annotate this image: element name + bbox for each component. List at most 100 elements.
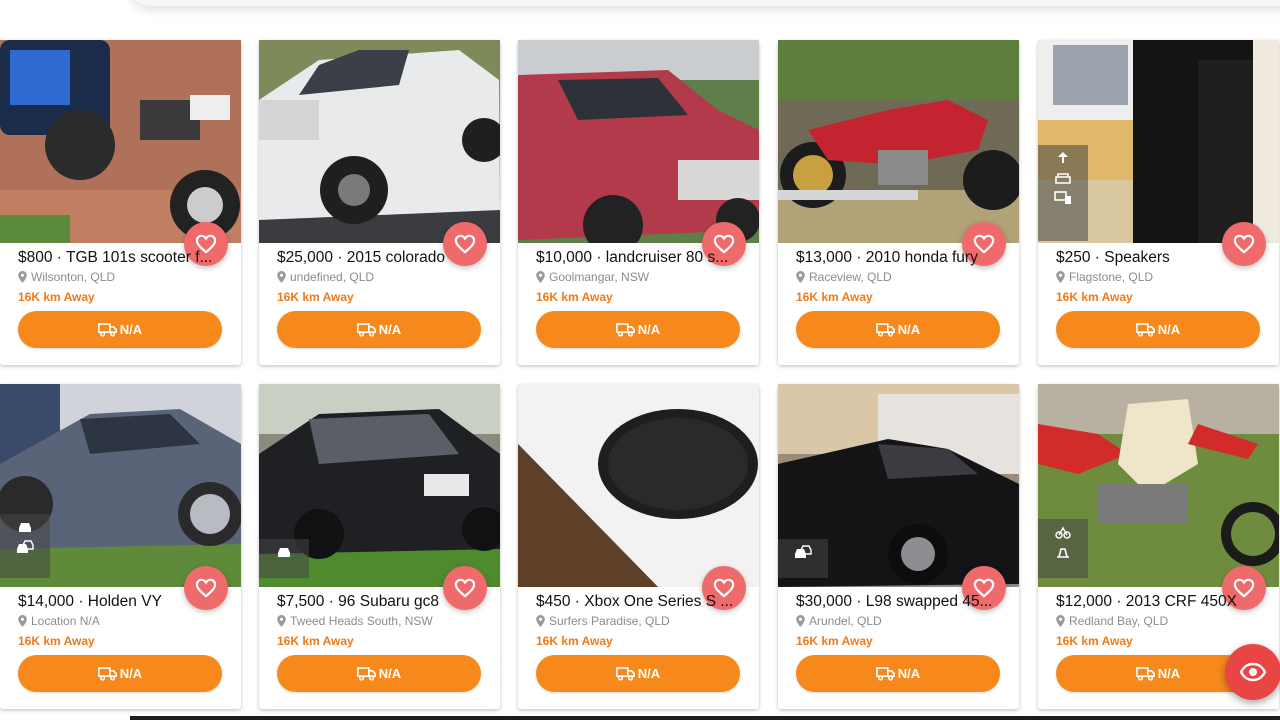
map-pin-icon xyxy=(277,615,286,627)
listing-card[interactable]: $25,000 · 2015 colorado undefined, QLD 1… xyxy=(259,40,500,365)
listing-title[interactable]: $12,000 · 2013 CRF 450X xyxy=(1056,593,1271,611)
delivery-label: N/A xyxy=(119,322,143,337)
listing-card[interactable]: $800 · TGB 101s scooter f... Wilsonton, … xyxy=(0,40,241,365)
delivery-label: N/A xyxy=(897,322,921,337)
listing-location: Arundel, QLD xyxy=(796,614,1011,628)
listing-location: Flagstone, QLD xyxy=(1056,270,1271,284)
listing-location: Redland Bay, QLD xyxy=(1056,614,1271,628)
map-pin-icon xyxy=(536,271,545,283)
map-pin-icon xyxy=(277,271,286,283)
truck-icon xyxy=(1135,323,1155,337)
listing-photo[interactable] xyxy=(518,384,759,587)
listing-photo[interactable] xyxy=(0,40,241,243)
location-text: Tweed Heads South, NSW xyxy=(290,614,433,628)
listing-card[interactable]: $250 · Speakers Flagstone, QLD 16K km Aw… xyxy=(1038,40,1279,365)
delivery-label: N/A xyxy=(637,666,661,681)
truck-icon xyxy=(615,667,635,681)
listing-photo[interactable] xyxy=(778,40,1019,243)
bottom-divider xyxy=(130,716,1280,720)
delivery-button[interactable]: N/A xyxy=(277,311,481,348)
bike-icon xyxy=(1055,526,1071,539)
dirt-bike-icon xyxy=(1057,548,1069,558)
listing-title[interactable]: $14,000 · Holden VY xyxy=(18,593,233,611)
listing-photo[interactable] xyxy=(259,40,500,243)
eye-icon xyxy=(1239,662,1267,682)
delivery-label: N/A xyxy=(1157,322,1181,337)
listing-location: Wilsonton, QLD xyxy=(18,270,233,284)
distance-label: 16K km Away xyxy=(18,290,95,304)
category-tags xyxy=(778,539,828,578)
distance-label: 16K km Away xyxy=(1056,290,1133,304)
map-pin-icon xyxy=(1056,271,1065,283)
listing-title[interactable]: $250 · Speakers xyxy=(1056,249,1271,267)
view-toggle-fab[interactable] xyxy=(1225,644,1280,700)
category-tags xyxy=(0,514,50,578)
location-text: Arundel, QLD xyxy=(809,614,882,628)
listing-title[interactable]: $30,000 · L98 swapped 45... xyxy=(796,593,1011,611)
location-text: Location N/A xyxy=(31,614,100,628)
listing-title[interactable]: $800 · TGB 101s scooter f... xyxy=(18,249,233,267)
listing-title[interactable]: $13,000 · 2010 honda fury xyxy=(796,249,1011,267)
listing-title[interactable]: $25,000 · 2015 colorado xyxy=(277,249,492,267)
listing-card[interactable]: $13,000 · 2010 honda fury Raceview, QLD … xyxy=(778,40,1019,365)
delivery-button[interactable]: N/A xyxy=(536,655,740,692)
location-text: Goolmangar, NSW xyxy=(549,270,650,284)
truck-icon xyxy=(1135,667,1155,681)
delivery-button[interactable]: N/A xyxy=(536,311,740,348)
lamp-icon xyxy=(1058,152,1068,163)
location-text: undefined, QLD xyxy=(290,270,375,284)
distance-label: 16K km Away xyxy=(796,290,873,304)
map-pin-icon xyxy=(796,271,805,283)
listing-location: Surfers Paradise, QLD xyxy=(536,614,751,628)
delivery-label: N/A xyxy=(637,322,661,337)
car-icon xyxy=(19,523,31,532)
listing-card[interactable]: $14,000 · Holden VY Location N/A 16K km … xyxy=(0,384,241,709)
delivery-button[interactable]: N/A xyxy=(796,655,1000,692)
listing-card[interactable]: $450 · Xbox One Series S ... Surfers Par… xyxy=(518,384,759,709)
distance-label: 16K km Away xyxy=(796,634,873,648)
listing-title[interactable]: $450 · Xbox One Series S ... xyxy=(536,593,751,611)
truck-icon xyxy=(97,667,117,681)
location-text: Raceview, QLD xyxy=(809,270,892,284)
location-text: Wilsonton, QLD xyxy=(31,270,116,284)
listing-title[interactable]: $7,500 · 96 Subaru gc8 xyxy=(277,593,492,611)
listing-location: Raceview, QLD xyxy=(796,270,1011,284)
truck-icon xyxy=(356,667,376,681)
truck-icon xyxy=(356,323,376,337)
map-pin-icon xyxy=(536,615,545,627)
listing-title[interactable]: $10,000 · landcruiser 80 s... xyxy=(536,249,751,267)
listing-card[interactable]: $30,000 · L98 swapped 45... Arundel, QLD… xyxy=(778,384,1019,709)
listing-card[interactable]: $10,000 · landcruiser 80 s... Goolmangar… xyxy=(518,40,759,365)
delivery-button[interactable]: N/A xyxy=(796,311,1000,348)
delivery-label: N/A xyxy=(378,322,402,337)
location-text: Surfers Paradise, QLD xyxy=(549,614,670,628)
map-pin-icon xyxy=(1056,615,1065,627)
category-tags xyxy=(1038,519,1088,578)
devices-icon xyxy=(1054,191,1071,204)
distance-label: 16K km Away xyxy=(277,634,354,648)
location-text: Flagstone, QLD xyxy=(1069,270,1154,284)
sofa-icon xyxy=(1055,173,1071,184)
delivery-label: N/A xyxy=(378,666,402,681)
listing-card[interactable]: $7,500 · 96 Subaru gc8 Tweed Heads South… xyxy=(259,384,500,709)
category-tags xyxy=(1038,145,1088,241)
listing-photo[interactable] xyxy=(518,40,759,243)
map-pin-icon xyxy=(796,615,805,627)
distance-label: 16K km Away xyxy=(277,290,354,304)
car-icon xyxy=(278,548,290,557)
delivery-label: N/A xyxy=(119,666,143,681)
distance-label: 16K km Away xyxy=(536,634,613,648)
listing-location: undefined, QLD xyxy=(277,270,492,284)
listing-location: Tweed Heads South, NSW xyxy=(277,614,492,628)
cars-icon xyxy=(17,540,34,553)
delivery-button[interactable]: N/A xyxy=(18,655,222,692)
delivery-label: N/A xyxy=(1157,666,1181,681)
delivery-button[interactable]: N/A xyxy=(277,655,481,692)
top-app-bar xyxy=(130,0,1280,6)
delivery-button[interactable]: N/A xyxy=(18,311,222,348)
delivery-button[interactable]: N/A xyxy=(1056,311,1260,348)
truck-icon xyxy=(615,323,635,337)
listing-location: Location N/A xyxy=(18,614,233,628)
truck-icon xyxy=(875,667,895,681)
category-tags xyxy=(259,539,309,578)
